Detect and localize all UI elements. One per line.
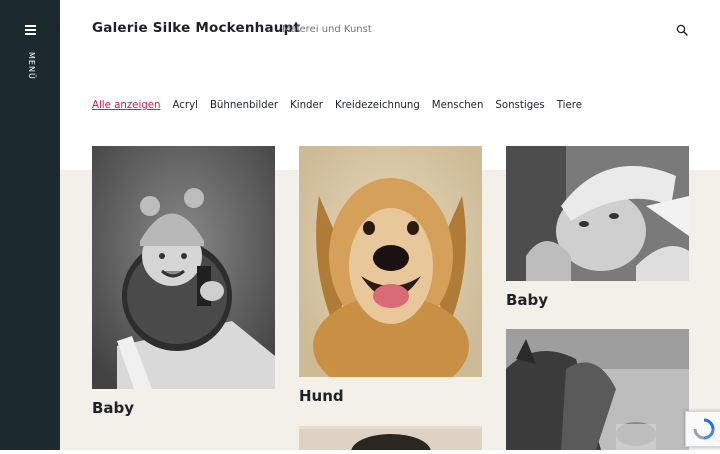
site-title[interactable]: Galerie Silke Mockenhaupt bbox=[92, 20, 300, 36]
gallery-item[interactable]: Baby bbox=[92, 146, 275, 417]
gallery-item-title[interactable]: Hund bbox=[299, 387, 482, 405]
main-content: Galerie Silke Mockenhaupt Malerei und Ku… bbox=[60, 0, 720, 454]
filter-kreidezeichnung[interactable]: Kreidezeichnung bbox=[335, 100, 420, 111]
filter-acryl[interactable]: Acryl bbox=[172, 100, 197, 111]
recaptcha-icon bbox=[693, 418, 715, 440]
gallery-image-newborn-baby[interactable] bbox=[506, 146, 689, 281]
gallery-item-title[interactable]: Baby bbox=[92, 399, 275, 417]
recaptcha-badge[interactable] bbox=[685, 411, 720, 447]
gallery-image-golden-retriever[interactable] bbox=[299, 146, 482, 396]
search-icon[interactable] bbox=[676, 24, 688, 36]
filter-menschen[interactable]: Menschen bbox=[432, 100, 484, 111]
filter-sonstiges[interactable]: Sonstiges bbox=[495, 100, 544, 111]
gallery-image-horse-drawing[interactable] bbox=[506, 329, 689, 450]
filter-buehnenbilder[interactable]: Bühnenbilder bbox=[210, 100, 278, 111]
gallery-item-title[interactable]: Baby bbox=[506, 291, 689, 309]
menu-label[interactable]: Menü bbox=[22, 52, 36, 80]
sidebar: Menü bbox=[0, 0, 60, 450]
filter-kinder[interactable]: Kinder bbox=[290, 100, 323, 111]
gallery-item[interactable]: Baby bbox=[506, 146, 689, 309]
hamburger-menu-icon[interactable] bbox=[21, 25, 39, 35]
filter-tiere[interactable]: Tiere bbox=[557, 100, 582, 111]
category-filter: Alle anzeigen Acryl Bühnenbilder Kinder … bbox=[92, 100, 582, 111]
gallery-image-baby-knit-hat[interactable] bbox=[92, 146, 275, 389]
site-tagline: Malerei und Kunst bbox=[282, 24, 372, 35]
gallery-item[interactable]: Hund bbox=[299, 146, 482, 405]
gallery-item[interactable] bbox=[506, 329, 689, 454]
filter-all[interactable]: Alle anzeigen bbox=[92, 100, 160, 111]
gallery-image-child-portrait[interactable] bbox=[299, 426, 482, 454]
